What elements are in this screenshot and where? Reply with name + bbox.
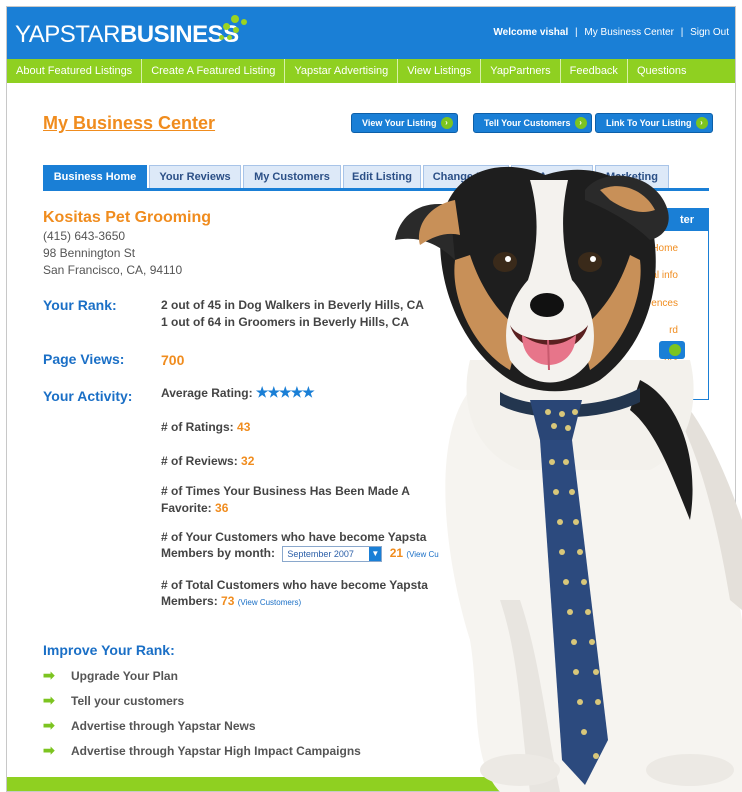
arrow-right-icon: › bbox=[695, 117, 708, 129]
total-label-2: Members: bbox=[161, 594, 218, 608]
green-arrow-icon: ➡ bbox=[43, 667, 55, 683]
reviews-row: # of Reviews: 32 bbox=[161, 454, 254, 468]
yapstar-business-logo[interactable]: YAPSTARBUSINESS bbox=[15, 21, 239, 49]
favorite-value: 36 bbox=[215, 501, 229, 515]
favorite-row: Favorite: 36 bbox=[161, 501, 228, 515]
tab-my-customers[interactable]: My Customers bbox=[243, 165, 341, 188]
tab-my-account[interactable]: My Account bbox=[511, 165, 593, 188]
main-nav: About Featured Listings Create A Feature… bbox=[7, 59, 735, 83]
tab-business-home[interactable]: Business Home bbox=[43, 165, 147, 188]
improve-rank-title: Improve Your Rank: bbox=[43, 642, 175, 658]
sidebox-link[interactable]: rd bbox=[669, 325, 678, 336]
nav-yappartners[interactable]: YapPartners bbox=[481, 59, 561, 83]
rank-label: Your Rank: bbox=[43, 297, 117, 313]
sidebox-link[interactable]: tners bbox=[656, 380, 678, 391]
total-row: Members: 73 (View Customers) bbox=[161, 594, 301, 608]
separator: | bbox=[680, 27, 684, 38]
activity-label: Your Activity: bbox=[43, 388, 133, 404]
header-bar: YAPSTARBUSINESS Welcome vishal | My Busi… bbox=[7, 7, 735, 59]
improve-item-news[interactable]: ➡ Advertise through Yapstar News bbox=[43, 717, 256, 734]
page-views-label: Page Views: bbox=[43, 351, 125, 367]
arrow-right-icon bbox=[669, 344, 681, 356]
tab-your-reviews[interactable]: Your Reviews bbox=[149, 165, 241, 188]
sidebox-link[interactable]: al info bbox=[651, 270, 678, 281]
view-customers-link[interactable]: (View Customers) bbox=[238, 598, 301, 607]
sidebox-link[interactable]: eferences bbox=[634, 298, 678, 309]
average-rating-label: Average Rating: bbox=[161, 386, 253, 400]
improve-item-label: Advertise through Yapstar High Impact Ca… bbox=[71, 744, 361, 758]
sidebox-link[interactable]: s Home bbox=[644, 243, 678, 254]
logo-dots-icon bbox=[219, 15, 249, 45]
nav-create-featured-listing[interactable]: Create A Featured Listing bbox=[142, 59, 286, 83]
view-customers-link[interactable]: (View Cu bbox=[406, 550, 438, 559]
business-street: 98 Bennington St bbox=[43, 246, 136, 260]
view-listing-button[interactable]: View Your Listing › bbox=[351, 113, 458, 133]
arrow-right-icon: › bbox=[574, 117, 587, 129]
tab-change-plan[interactable]: Change Plan bbox=[423, 165, 509, 188]
header-links: Welcome vishal | My Business Center | Si… bbox=[493, 27, 729, 38]
footer-bar bbox=[7, 777, 735, 791]
reviews-value: 32 bbox=[241, 454, 255, 468]
business-center-sidebox: ter s Home al info eferences rd ory tner… bbox=[543, 208, 709, 400]
improve-item-tell[interactable]: ➡ Tell your customers bbox=[43, 692, 184, 709]
month-select[interactable]: September 2007 ▼ bbox=[282, 546, 383, 562]
reviews-label: # of Reviews: bbox=[161, 454, 238, 468]
average-rating-row: Average Rating: ★★★★★ bbox=[161, 384, 315, 401]
link-listing-label: Link To Your Listing bbox=[606, 118, 692, 128]
business-name: Kositas Pet Grooming bbox=[43, 209, 212, 226]
favorite-label-2: Favorite: bbox=[161, 501, 212, 515]
month-select-value: September 2007 bbox=[287, 549, 354, 559]
improve-item-label: Upgrade Your Plan bbox=[71, 669, 178, 683]
sign-out-link[interactable]: Sign Out bbox=[690, 27, 729, 38]
page-title: My Business Center bbox=[43, 113, 216, 133]
tell-customers-button[interactable]: Tell Your Customers › bbox=[473, 113, 592, 133]
link-listing-button[interactable]: Link To Your Listing › bbox=[595, 113, 713, 133]
nav-yapstar-advertising[interactable]: Yapstar Advertising bbox=[285, 59, 399, 83]
tab-marketing[interactable]: Marketing bbox=[595, 165, 669, 188]
monthly-label-2: Members by month: bbox=[161, 546, 276, 561]
main-content: My Business Center View Your Listing › T… bbox=[7, 83, 735, 773]
tell-customers-label: Tell Your Customers bbox=[484, 118, 571, 128]
browser-page: YAPSTARBUSINESS Welcome vishal | My Busi… bbox=[6, 6, 736, 792]
welcome-text: Welcome vishal bbox=[493, 27, 569, 38]
improve-item-campaigns[interactable]: ➡ Advertise through Yapstar High Impact C… bbox=[43, 742, 361, 759]
green-arrow-icon: ➡ bbox=[43, 717, 55, 733]
tab-bar: Business Home Your Reviews My Customers … bbox=[43, 165, 709, 191]
green-arrow-icon: ➡ bbox=[43, 742, 55, 758]
green-arrow-icon: ➡ bbox=[43, 692, 55, 708]
nav-feedback[interactable]: Feedback bbox=[561, 59, 628, 83]
monthly-row: Members by month: September 2007 ▼ 21 (V… bbox=[161, 546, 439, 562]
nav-view-listings[interactable]: View Listings bbox=[398, 59, 482, 83]
nav-about-featured-listings[interactable]: About Featured Listings bbox=[7, 59, 143, 83]
sidebox-title: ter bbox=[544, 209, 708, 231]
improve-item-label: Advertise through Yapstar News bbox=[71, 719, 256, 733]
total-value: 73 bbox=[221, 594, 235, 608]
improve-item-upgrade[interactable]: ➡ Upgrade Your Plan bbox=[43, 667, 178, 684]
arrow-right-icon: › bbox=[440, 117, 453, 129]
chevron-down-icon: ▼ bbox=[369, 547, 382, 561]
monthly-value: 21 bbox=[389, 546, 404, 561]
business-phone: (415) 643-3650 bbox=[43, 229, 126, 243]
nav-questions[interactable]: Questions bbox=[628, 59, 696, 83]
view-listing-label: View Your Listing bbox=[362, 118, 437, 128]
page-views-value: 700 bbox=[161, 352, 185, 368]
monthly-label-1: # of Your Customers who have become Yaps… bbox=[161, 530, 427, 544]
tab-edit-listing[interactable]: Edit Listing bbox=[343, 165, 421, 188]
ratings-row: # of Ratings: 43 bbox=[161, 420, 250, 434]
separator: | bbox=[575, 27, 578, 38]
logo-text-yapstar: YAPSTAR bbox=[15, 21, 120, 48]
ratings-value: 43 bbox=[237, 420, 251, 434]
total-label-1: # of Total Customers who have become Yap… bbox=[161, 578, 428, 592]
improve-item-label: Tell your customers bbox=[71, 694, 185, 708]
business-center-link[interactable]: My Business Center bbox=[584, 27, 673, 38]
business-city: San Francisco, CA, 94110 bbox=[43, 263, 183, 277]
favorite-label-1: # of Times Your Business Has Been Made A bbox=[161, 484, 410, 498]
side-go-button[interactable] bbox=[659, 341, 685, 359]
rank-line-1: 2 out of 45 in Dog Walkers in Beverly Hi… bbox=[161, 298, 424, 312]
ratings-label: # of Ratings: bbox=[161, 420, 234, 434]
star-rating-icon: ★★★★★ bbox=[255, 384, 315, 400]
rank-line-2: 1 out of 64 in Groomers in Beverly Hills… bbox=[161, 315, 410, 329]
